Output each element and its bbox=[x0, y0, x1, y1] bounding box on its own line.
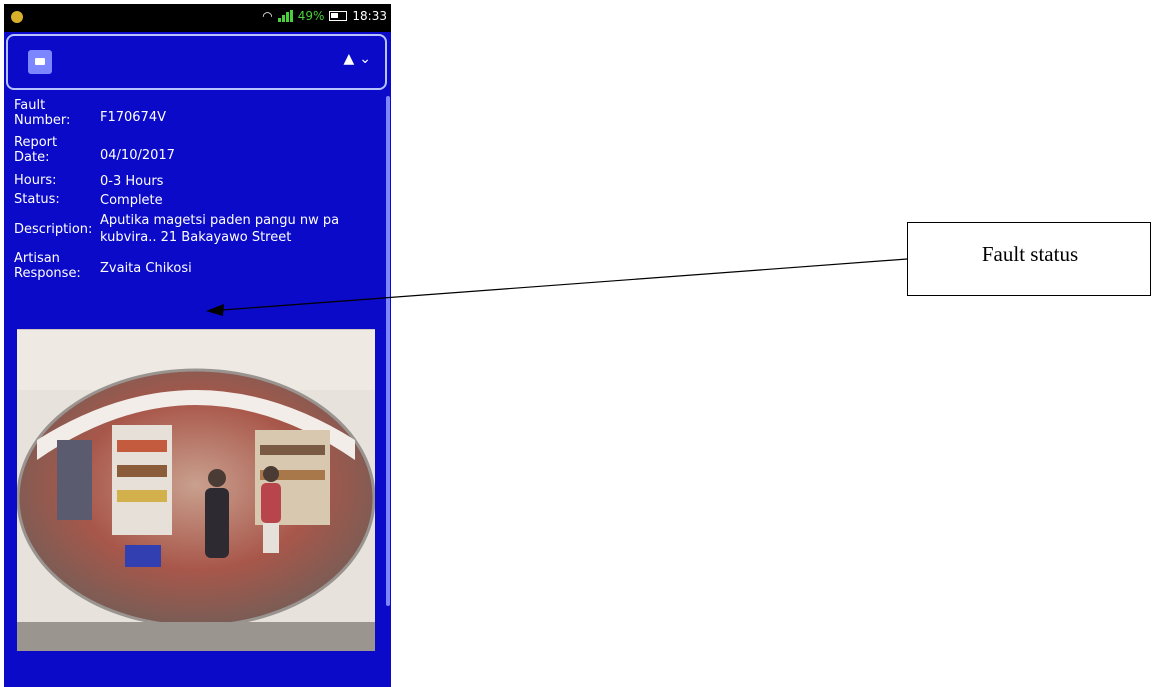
callout-label: Fault status bbox=[981, 242, 1079, 266]
callout-box: Fault status bbox=[907, 222, 1151, 296]
annotation-arrow bbox=[206, 258, 908, 316]
